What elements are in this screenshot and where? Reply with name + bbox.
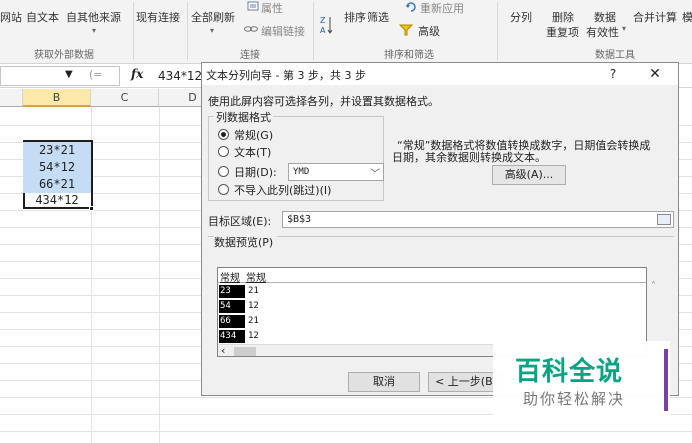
help-button[interactable]: ?	[600, 65, 626, 83]
name-box-dropdown-icon[interactable]: ▼	[65, 69, 73, 80]
dialog-titlebar[interactable]: 文本分列向导 - 第 3 步，共 3 步 ? ✕	[202, 63, 678, 85]
preview-header-col-1[interactable]: 常规	[220, 269, 240, 284]
destination-value: $B$3	[287, 214, 312, 225]
range-picker-icon[interactable]	[657, 214, 671, 225]
radio-general-label[interactable]: 常规(G)	[234, 127, 273, 143]
ribbon-other-sources-button[interactable]: 自其他来源	[66, 9, 121, 25]
dialog-title: 文本分列向导 - 第 3 步，共 3 步	[206, 69, 366, 82]
data-preview-label: 数据预览(P)	[214, 234, 278, 250]
ribbon: ZA 网站 自文本 自其他来源 ▾ 现有连接 全部刷新 ▾ 属性 编辑链接 排序…	[0, 0, 692, 64]
ribbon-refresh-all-button[interactable]: 全部刷新	[191, 9, 235, 25]
ribbon-filter-button[interactable]: 筛选	[367, 9, 389, 25]
cancel-button[interactable]: 取消	[348, 372, 420, 392]
watermark-subtitle: 助你轻松解决	[523, 390, 626, 408]
group-sort-filter: 排序和筛选	[384, 50, 434, 61]
ribbon-consolidate-button[interactable]: 合并计算	[633, 9, 677, 25]
name-box-divider-icon: (=	[89, 68, 103, 81]
ribbon-remove-duplicates-button[interactable]: 删除	[552, 9, 574, 25]
watermark-accent-bar	[664, 349, 668, 411]
column-header-b[interactable]: B	[23, 89, 91, 107]
name-box[interactable]: ▼ (=	[0, 66, 120, 86]
ribbon-data-validation-button[interactable]: 数据	[594, 9, 616, 25]
radio-general[interactable]	[218, 129, 229, 140]
preview-cell: 434	[219, 330, 245, 343]
dropdown-arrow: ▾	[622, 24, 627, 33]
radio-date-label[interactable]: 日期(D):	[234, 164, 277, 180]
cell-b5[interactable]: 66*21	[23, 176, 91, 193]
properties-icon	[247, 1, 259, 11]
chevron-up-icon[interactable]: ˄	[651, 281, 656, 292]
date-format-select[interactable]: YMD ﹀	[288, 163, 384, 181]
preview-cell: 12	[248, 331, 259, 341]
ribbon-advanced-filter-button[interactable]: 高级	[418, 23, 440, 39]
close-button[interactable]: ✕	[642, 65, 668, 83]
destination-label: 目标区域(E):	[208, 215, 272, 228]
fill-handle[interactable]	[89, 206, 94, 211]
ribbon-text-to-columns-button[interactable]: 分列	[510, 9, 532, 25]
ribbon-edit-links-button[interactable]: 编辑链接	[261, 23, 305, 39]
grid-line	[159, 107, 160, 443]
advanced-filter-icon	[399, 24, 413, 36]
ribbon-sort-button[interactable]: 排序	[344, 9, 366, 25]
sort-az-icon: ZA	[320, 16, 333, 35]
formula-input[interactable]: 434*12	[158, 69, 202, 83]
grid-line	[0, 431, 692, 432]
column-format-label: 列数据格式	[214, 109, 273, 125]
watermark: 百科全说 助你轻松解决	[493, 341, 670, 421]
cell-b3[interactable]: 23*21	[23, 142, 91, 159]
preview-cell: 23	[219, 285, 245, 298]
row-header-corner[interactable]	[0, 89, 23, 107]
preview-header-row: 常规 常规	[218, 268, 646, 284]
destination-input[interactable]: $B$3	[282, 211, 674, 228]
dropdown-arrow: ▾	[210, 26, 215, 35]
cell-b6[interactable]: 434*12	[23, 192, 91, 209]
ribbon-separator	[133, 2, 134, 60]
ribbon-from-text-button[interactable]: 自文本	[26, 9, 59, 25]
preview-cell: 21	[248, 316, 259, 326]
ribbon-separator	[497, 2, 498, 60]
preview-cell: 21	[248, 286, 259, 296]
edit-links-icon	[244, 26, 258, 32]
group-get-external-data: 获取外部数据	[34, 50, 94, 61]
ribbon-properties-button[interactable]: 属性	[261, 0, 283, 16]
group-data-tools: 数据工具	[595, 50, 635, 61]
preview-cell: 12	[248, 301, 259, 311]
svg-text:Z: Z	[320, 16, 326, 25]
chevron-left-icon[interactable]: ‹	[221, 344, 225, 356]
scrollbar-thumb[interactable]	[234, 347, 256, 356]
radio-skip[interactable]	[218, 184, 229, 195]
chevron-down-icon[interactable]: ﹀	[370, 165, 380, 180]
reapply-icon	[406, 2, 416, 12]
date-format-value: YMD	[293, 167, 310, 177]
preview-cell: 66	[219, 315, 245, 328]
dropdown-arrow: ▾	[92, 26, 97, 35]
ribbon-data-validation-label-2: 有效性	[586, 26, 619, 39]
preview-header-col-2[interactable]: 常规	[246, 269, 266, 284]
column-header-c[interactable]: C	[91, 89, 159, 107]
ribbon-reapply-button[interactable]: 重新应用	[420, 0, 464, 16]
format-description-line-2: 日期，其余数据则转换成文本。	[392, 151, 546, 164]
ribbon-web-button[interactable]: 网站	[0, 9, 22, 25]
ribbon-model-button[interactable]: 模	[682, 9, 692, 25]
advanced-button[interactable]: 高级(A)...	[492, 165, 566, 185]
radio-skip-label[interactable]: 不导入此列(跳过)(I)	[234, 182, 331, 198]
preview-cell: 54	[219, 300, 245, 313]
ribbon-remove-duplicates-label-2: 重复项	[546, 26, 579, 39]
group-connections: 连接	[240, 50, 260, 61]
svg-text:A: A	[320, 26, 326, 35]
cell-b4[interactable]: 54*12	[23, 159, 91, 176]
ribbon-existing-connections-button[interactable]: 现有连接	[136, 9, 180, 25]
radio-text-label[interactable]: 文本(T)	[234, 144, 271, 160]
radio-text[interactable]	[218, 146, 229, 157]
insert-function-icon[interactable]: fx	[131, 67, 143, 81]
ribbon-separator	[313, 2, 314, 60]
radio-date[interactable]	[218, 166, 229, 177]
ribbon-separator	[187, 2, 188, 60]
dialog-intro-text: 使用此屏内容可选择各列，并设置其数据格式。	[208, 95, 439, 108]
watermark-title: 百科全说	[515, 357, 624, 387]
